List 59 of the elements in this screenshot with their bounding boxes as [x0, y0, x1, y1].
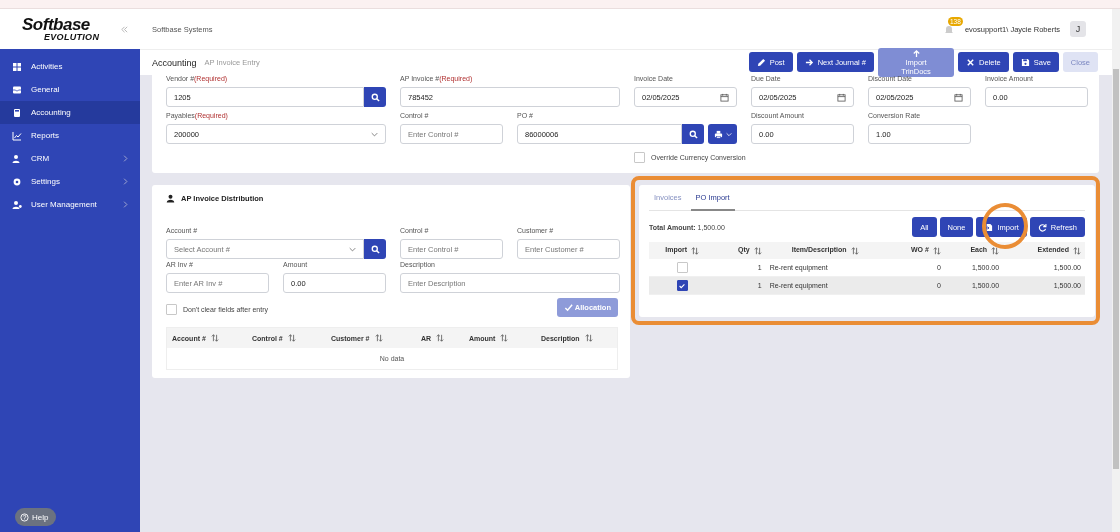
chevron-right-icon	[123, 178, 128, 185]
sort-icon[interactable]	[691, 246, 700, 255]
question-icon	[20, 512, 29, 522]
logo: Softbase EVOLUTION	[22, 16, 101, 42]
scrollbar[interactable]	[1112, 9, 1120, 532]
gear-icon	[12, 176, 22, 187]
page-title: Accounting	[152, 57, 197, 68]
arrow-right-icon	[804, 57, 814, 67]
search-icon	[370, 244, 380, 254]
sort-icon[interactable]	[287, 334, 296, 342]
chevron-down-icon	[725, 131, 732, 137]
sort-icon[interactable]	[500, 334, 509, 342]
pencil-icon	[756, 57, 766, 67]
chevron-right-icon	[123, 201, 128, 208]
calendar-icon[interactable]	[954, 92, 963, 102]
sort-icon[interactable]	[584, 334, 593, 342]
search-button[interactable]	[364, 239, 386, 259]
help-button[interactable]: Help	[15, 508, 57, 526]
sort-icon[interactable]	[1073, 246, 1081, 255]
sort-icon[interactable]	[374, 334, 383, 342]
printer-icon	[713, 129, 723, 139]
sort-icon[interactable]	[991, 246, 1000, 255]
print-button[interactable]	[708, 124, 737, 144]
close-icon	[966, 57, 975, 67]
file-import-icon	[984, 222, 994, 232]
chevron-down-icon	[371, 131, 378, 137]
chevron-right-icon	[123, 155, 128, 162]
search-icon	[370, 92, 380, 102]
grid-icon	[12, 61, 22, 72]
user-icon	[12, 199, 22, 210]
calendar-icon[interactable]	[837, 92, 846, 102]
calendar-icon[interactable]	[720, 92, 729, 102]
sort-icon[interactable]	[932, 246, 941, 255]
arrow-up-icon	[911, 48, 921, 58]
refresh-icon	[1037, 222, 1047, 232]
chart-icon	[12, 130, 22, 141]
sidebar-item[interactable]: General	[0, 78, 140, 101]
search-button[interactable]	[364, 87, 386, 107]
calculator-icon	[12, 107, 22, 118]
sidebar-item[interactable]: Settings	[0, 170, 140, 193]
sidebar-item[interactable]: Activities	[0, 55, 140, 78]
search-button[interactable]	[682, 124, 704, 144]
user-avatar[interactable]: J	[1070, 21, 1086, 37]
sort-icon[interactable]	[850, 246, 859, 255]
sort-icon[interactable]	[753, 246, 762, 255]
sidebar-item[interactable]: Accounting	[0, 101, 140, 124]
sidebar-item[interactable]: User Management	[0, 193, 140, 216]
checkmark-icon	[563, 303, 573, 312]
tray-icon	[12, 84, 22, 95]
checkmark-icon	[678, 281, 687, 290]
chevron-down-icon	[349, 246, 356, 252]
checkbox[interactable]	[676, 280, 688, 291]
sort-icon[interactable]	[210, 334, 219, 342]
sort-icon[interactable]	[436, 334, 445, 342]
sidebar-item[interactable]: Reports	[0, 124, 140, 147]
sidebar-item[interactable]: CRM	[0, 147, 140, 170]
user-icon	[12, 153, 22, 164]
user-icon	[166, 193, 175, 203]
search-icon	[688, 129, 698, 139]
